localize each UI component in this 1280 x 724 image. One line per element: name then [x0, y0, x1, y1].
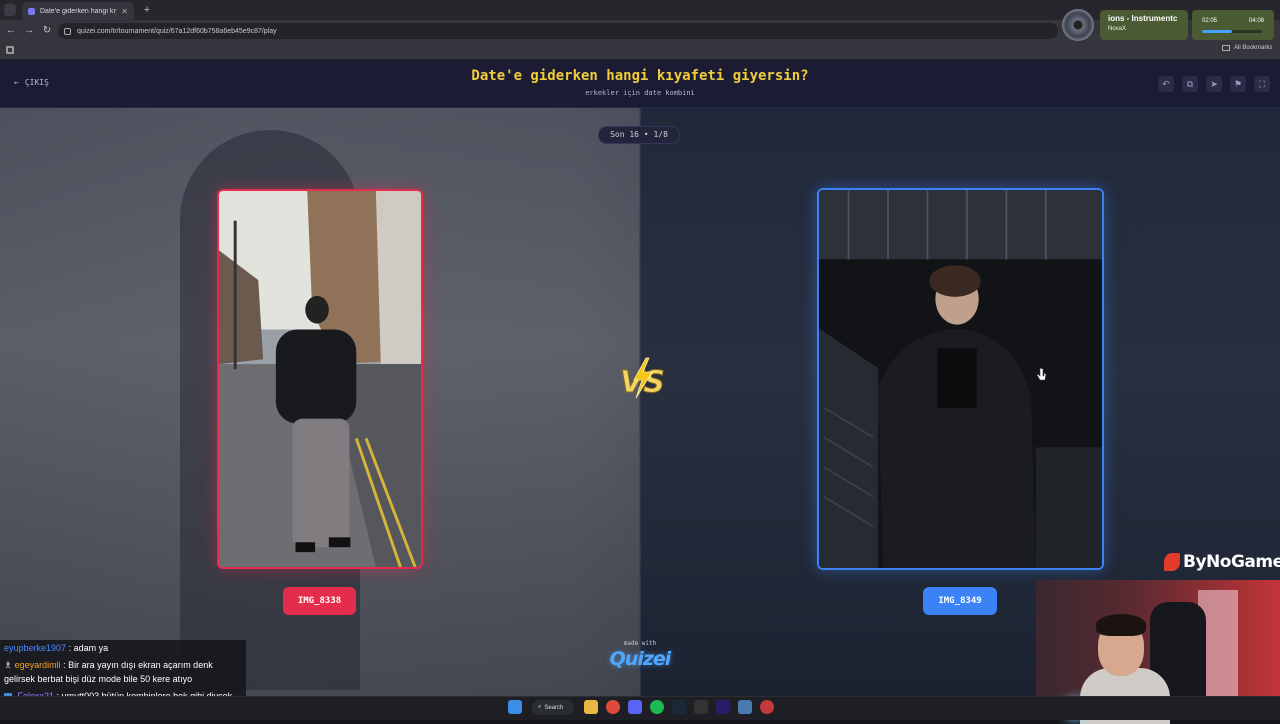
song-progress-bar [1202, 30, 1262, 33]
sponsor-logo: ByNoGame [1164, 552, 1280, 572]
option-card-right[interactable] [817, 188, 1104, 570]
new-tab-button[interactable]: + [140, 3, 154, 17]
chat-text: adam ya [73, 643, 109, 653]
start-icon[interactable] [508, 700, 522, 714]
premiere-icon[interactable] [716, 700, 730, 714]
center-divider [639, 108, 641, 696]
obs-icon[interactable] [760, 700, 774, 714]
now-playing-title: ions - Instrumentc NovaX [1100, 10, 1188, 40]
option-button-right[interactable]: IMG_8349 [923, 587, 997, 615]
chat-message: ♗ egeyardimli : Bir ara yayın dışı ekran… [4, 660, 213, 684]
close-tab-icon[interactable]: ✕ [121, 7, 128, 16]
address-bar[interactable]: quizei.com/tr/tournament/quiz/67a12df60b… [58, 23, 1058, 39]
spotify-icon[interactable] [650, 700, 664, 714]
quiz-title: Date'e giderken hangi kıyafeti giyersin? [471, 68, 809, 84]
round-indicator: Son 16 • 1/8 [598, 126, 680, 144]
app-icon[interactable] [738, 700, 752, 714]
browser-tab[interactable]: Date'e giderken hangi kıyafeti gi... ✕ [22, 2, 134, 20]
mouse-cursor-icon [1036, 367, 1047, 381]
option-button-left[interactable]: IMG_8338 [283, 587, 356, 615]
taskbar-search[interactable]: ⌕ Search [532, 700, 574, 715]
flag-icon[interactable]: ⚑ [1230, 76, 1246, 92]
option-photo-left [219, 191, 421, 567]
back-icon[interactable]: ← [4, 24, 18, 38]
vs-lightning-icon: VS [620, 357, 664, 400]
undo-icon[interactable]: ↶ [1158, 76, 1174, 92]
send-icon[interactable]: ➤ [1206, 76, 1222, 92]
reload-icon[interactable]: ↻ [40, 24, 54, 38]
song-progress-fill [1202, 30, 1232, 33]
sponsor-name: ByNoGame [1183, 552, 1280, 572]
tab-actions-icon[interactable] [4, 4, 16, 16]
search-icon: ⌕ [538, 704, 542, 710]
made-with-label: made with [623, 640, 657, 647]
song-artist: NovaX [1108, 26, 1127, 32]
quiz-subtitle: erkekler için date kombini [585, 89, 695, 97]
discord-icon[interactable] [628, 700, 642, 714]
fullscreen-icon[interactable]: ⛶ [1254, 76, 1270, 92]
folder-icon [1222, 45, 1230, 51]
apps-icon[interactable] [6, 46, 14, 54]
all-bookmarks-button[interactable]: All Bookmarks [1222, 45, 1272, 51]
chat-username: egeyardimli [14, 660, 61, 670]
site-favicon-icon [28, 7, 35, 15]
webcam-streamer-hair [1096, 614, 1146, 636]
chrome-icon[interactable] [606, 700, 620, 714]
option-photo-right [819, 190, 1102, 568]
chat-message: eyupberke1907 : adam ya [4, 643, 109, 653]
epic-games-icon[interactable] [694, 700, 708, 714]
search-label: Search [544, 704, 564, 711]
all-bookmarks-label: All Bookmarks [1234, 45, 1273, 51]
now-playing-time: 02:05 04:08 [1192, 10, 1274, 40]
share-icon[interactable]: ⧉ [1182, 76, 1198, 92]
music-disc-icon [1062, 9, 1094, 41]
steam-icon[interactable] [672, 700, 686, 714]
quizei-logo[interactable]: Quizei [600, 648, 680, 670]
tab-title: Date'e giderken hangi kıyafeti gi... [40, 7, 116, 15]
option-card-left[interactable] [217, 189, 423, 569]
sponsor-mark-icon [1164, 553, 1180, 571]
bookmarks-bar [0, 42, 1280, 60]
url-text: quizei.com/tr/tournament/quiz/67a12df60b… [77, 27, 277, 35]
chat-username: eyupberke1907 [4, 643, 67, 653]
forward-icon[interactable]: → [22, 24, 36, 38]
file-explorer-icon[interactable] [584, 700, 598, 714]
song-title: ions - Instrumentc [1108, 14, 1178, 23]
site-info-icon[interactable] [64, 27, 71, 35]
badge-icon: ♗ [4, 660, 13, 670]
